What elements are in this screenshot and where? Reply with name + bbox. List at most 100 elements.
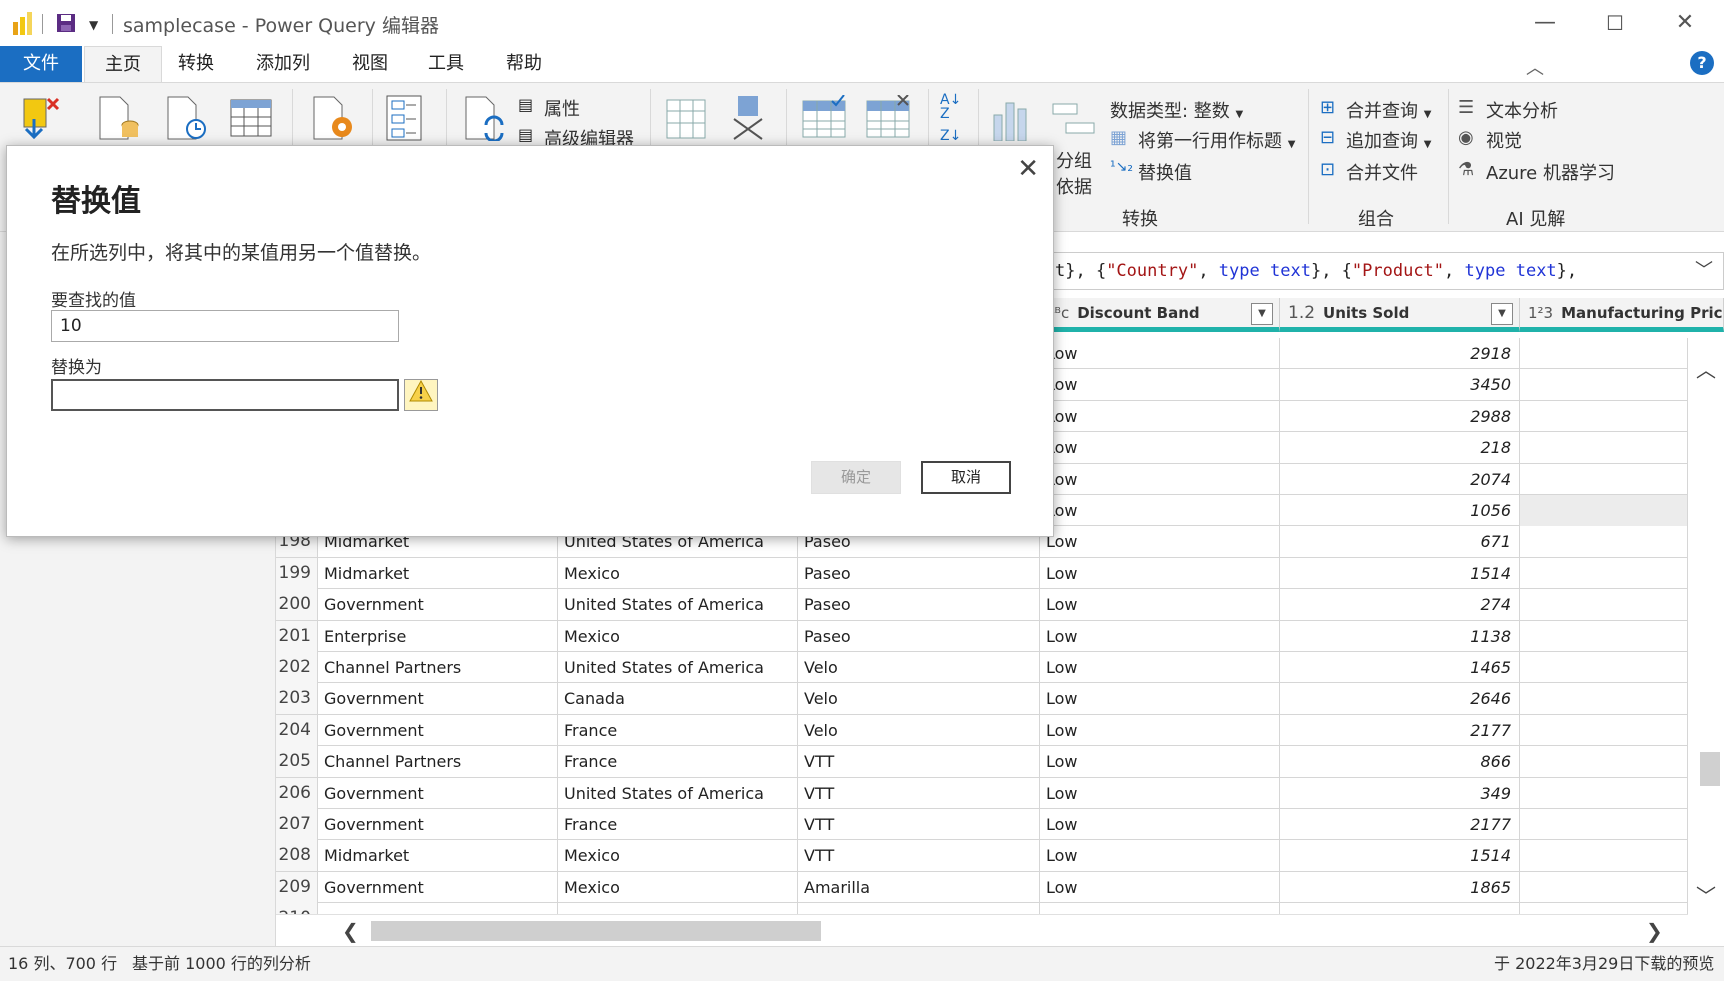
maximize-button[interactable]: ☐ (1580, 6, 1650, 40)
cell-manufacturing-price[interactable] (1520, 369, 1688, 401)
cell-product[interactable]: VTT (798, 746, 1040, 778)
cell-country[interactable]: Mexico (558, 840, 798, 872)
cell-segment[interactable]: Channel Partners (318, 746, 558, 778)
horizontal-scrollbar[interactable]: ❮ ❯ (276, 914, 1688, 946)
row-index[interactable]: 204 (276, 714, 318, 746)
properties-button[interactable]: 属性 (544, 95, 580, 121)
cell-country[interactable]: Mexico (558, 620, 798, 652)
remove-rows-icon[interactable] (866, 95, 910, 139)
cell-units-sold[interactable]: 2177 (1280, 809, 1520, 840)
group-by-label-1[interactable]: 分组 (1056, 147, 1092, 173)
cell-segment[interactable]: Channel Partners (318, 652, 558, 683)
cell-product[interactable]: Amarilla (798, 871, 1040, 903)
cell-manufacturing-price[interactable] (1520, 463, 1688, 495)
cell-units-sold[interactable]: 1056 (1280, 495, 1520, 526)
cell-manufacturing-price[interactable] (1520, 526, 1688, 558)
cell-product[interactable]: Velo (798, 652, 1040, 683)
cell-product[interactable]: VTT (798, 777, 1040, 809)
cell-units-sold[interactable]: 1138 (1280, 620, 1520, 652)
collapse-ribbon-icon[interactable]: ︿ (1526, 54, 1544, 80)
cell-segment[interactable]: Government (318, 777, 558, 809)
cell-segment[interactable]: Government (318, 683, 558, 715)
row-index[interactable]: 199 (276, 557, 318, 589)
cell-manufacturing-price[interactable] (1520, 338, 1688, 369)
find-value-input[interactable]: 10 (51, 310, 399, 342)
choose-columns-icon[interactable] (666, 99, 706, 139)
cell-manufacturing-price[interactable] (1520, 777, 1688, 809)
cell-country[interactable]: Mexico (558, 557, 798, 589)
row-index[interactable]: 209 (276, 871, 318, 903)
cell-discount-band[interactable]: Low (1040, 652, 1280, 683)
cell-product[interactable]: Paseo (798, 557, 1040, 589)
row-index[interactable]: 208 (276, 840, 318, 872)
column-profiling-status[interactable]: 基于前 1000 行的列分析 (132, 947, 311, 981)
vision-button[interactable]: 视觉 (1486, 127, 1522, 153)
cell-product[interactable]: VTT (798, 840, 1040, 872)
cell-units-sold[interactable]: 2177 (1280, 714, 1520, 746)
sort-descending-icon[interactable]: Z↓ (940, 129, 961, 143)
cell-units-sold[interactable]: 3450 (1280, 369, 1520, 401)
row-index[interactable]: 203 (276, 683, 318, 715)
replace-values-button[interactable]: 替换值 (1138, 159, 1192, 185)
replace-with-input[interactable] (51, 379, 399, 411)
scrollbar-thumb[interactable] (371, 921, 821, 941)
cell-country[interactable]: United States of America (558, 777, 798, 809)
scroll-up-icon[interactable]: ︿ (1696, 354, 1716, 383)
combine-files-button[interactable]: 合并文件 (1346, 159, 1418, 185)
cell-discount-band[interactable]: Low (1040, 495, 1280, 526)
manage-parameters-icon[interactable] (386, 95, 422, 141)
close-dialog-icon[interactable]: ✕ (1017, 154, 1039, 184)
cell-discount-band[interactable]: Low (1040, 369, 1280, 401)
cell-units-sold[interactable]: 1865 (1280, 871, 1520, 903)
enter-data-icon[interactable] (230, 99, 272, 137)
refresh-preview-icon[interactable] (462, 95, 508, 141)
cell-discount-band[interactable]: Low (1040, 683, 1280, 715)
scroll-left-icon[interactable]: ❮ (342, 919, 359, 943)
cell-manufacturing-price[interactable] (1520, 714, 1688, 746)
cell-discount-band[interactable]: Low (1040, 557, 1280, 589)
cell-units-sold[interactable]: 866 (1280, 746, 1520, 778)
scroll-right-icon[interactable]: ❯ (1646, 919, 1663, 943)
data-source-settings-icon[interactable] (310, 95, 356, 141)
cell-units-sold[interactable]: 2074 (1280, 463, 1520, 495)
cell-units-sold[interactable]: 218 (1280, 432, 1520, 464)
cell-segment[interactable]: Government (318, 871, 558, 903)
recent-sources-icon[interactable] (164, 95, 210, 141)
group-by-label-2[interactable]: 依据 (1056, 173, 1092, 199)
cell-segment[interactable]: Enterprise (318, 620, 558, 652)
vertical-scrollbar[interactable]: ︿ ﹀ (1688, 332, 1724, 918)
cell-units-sold[interactable]: 274 (1280, 589, 1520, 621)
new-source-icon[interactable] (96, 95, 142, 141)
cell-units-sold[interactable]: 2646 (1280, 683, 1520, 715)
quick-access-dropdown-icon[interactable]: ▼ (89, 18, 98, 32)
row-index[interactable]: 201 (276, 620, 318, 652)
cell-discount-band[interactable]: Low (1040, 620, 1280, 652)
row-index[interactable]: 207 (276, 809, 318, 840)
column-header-manufacturing-price[interactable]: 1²3 Manufacturing Price (1520, 298, 1724, 332)
merge-queries-button[interactable]: 合并查询 ▼ (1346, 97, 1431, 123)
tab-home[interactable]: 主页 (84, 46, 162, 82)
cell-discount-band[interactable]: Low (1040, 840, 1280, 872)
cell-manufacturing-price[interactable] (1520, 871, 1688, 903)
cell-manufacturing-price[interactable] (1520, 620, 1688, 652)
cell-discount-band[interactable]: Low (1040, 777, 1280, 809)
cell-country[interactable]: Canada (558, 683, 798, 715)
cell-segment[interactable]: Midmarket (318, 557, 558, 589)
cell-units-sold[interactable]: 1514 (1280, 557, 1520, 589)
cell-country[interactable]: France (558, 746, 798, 778)
text-analytics-button[interactable]: 文本分析 (1486, 97, 1558, 123)
formula-bar[interactable]: t}, {"Country", type text}, {"Product", … (1040, 252, 1724, 290)
cell-country[interactable]: France (558, 809, 798, 840)
keep-rows-icon[interactable] (802, 95, 846, 139)
cell-country[interactable]: France (558, 714, 798, 746)
cell-discount-band[interactable]: Low (1040, 714, 1280, 746)
expand-formula-icon[interactable]: ﹀ (1695, 253, 1713, 289)
cell-manufacturing-price[interactable] (1520, 840, 1688, 872)
cell-manufacturing-price[interactable] (1520, 400, 1688, 432)
cell-discount-band[interactable]: Low (1040, 526, 1280, 558)
cell-discount-band[interactable]: Low (1040, 463, 1280, 495)
cell-units-sold[interactable]: 349 (1280, 777, 1520, 809)
cell-units-sold[interactable]: 671 (1280, 526, 1520, 558)
row-index[interactable]: 200 (276, 589, 318, 621)
cell-segment[interactable]: Government (318, 589, 558, 621)
